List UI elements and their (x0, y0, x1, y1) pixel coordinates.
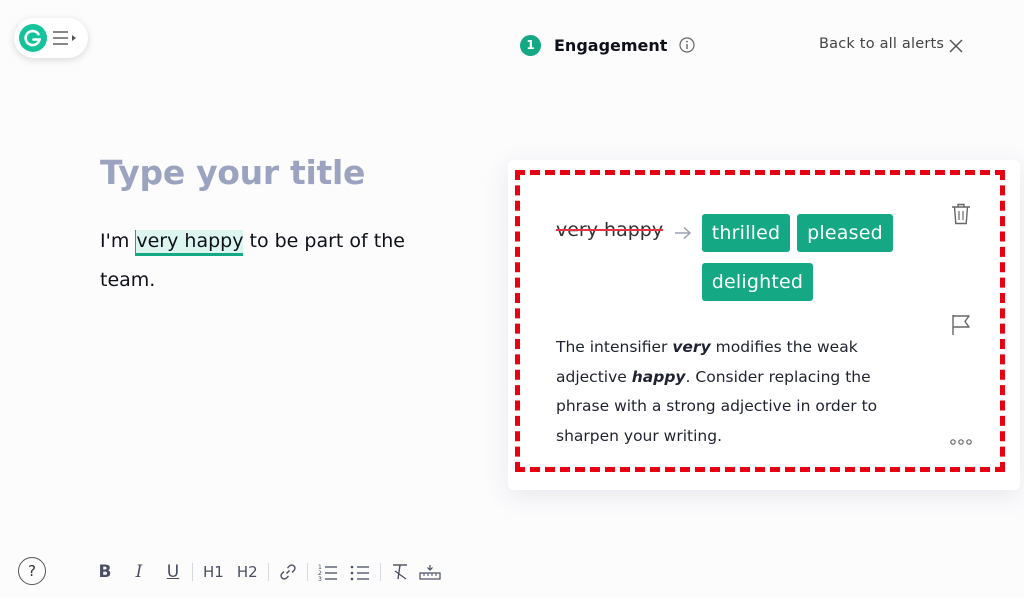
svg-text:3: 3 (318, 576, 322, 581)
help-icon: ? (28, 562, 36, 580)
toolbar-divider (306, 563, 308, 581)
alert-count-badge: 1 (520, 34, 541, 56)
underline-button[interactable]: U (164, 562, 182, 582)
formatting-toolbar: B I U H1 H2 1 2 3 (96, 560, 441, 584)
alert-category-title: Engagement (554, 35, 668, 55)
alert-header: 1 Engagement (520, 34, 696, 56)
bold-button[interactable]: B (96, 562, 114, 582)
explanation-emphasis: very (672, 338, 711, 356)
help-button[interactable]: ? (18, 557, 46, 585)
menu-icon (52, 30, 78, 46)
suggestion-card: very happy thrilled pleased delighted Th… (515, 170, 1005, 472)
toolbar-divider (192, 563, 193, 581)
suggestion-delighted[interactable]: delighted (702, 263, 813, 301)
clear-format-icon[interactable] (391, 563, 409, 581)
explanation-text: The intensifier (556, 338, 673, 356)
italic-button[interactable]: I (130, 562, 148, 582)
toolbar-divider (267, 563, 269, 581)
close-icon[interactable] (949, 38, 963, 57)
highlighted-phrase[interactable]: very happy (135, 230, 244, 256)
suggestion-pleased[interactable]: pleased (797, 214, 893, 252)
more-icon[interactable] (950, 431, 972, 450)
back-to-alerts-link[interactable]: Back to all alerts (819, 36, 944, 52)
app-menu-button[interactable] (14, 18, 88, 58)
document-body[interactable]: I'm very happy to be part of the team. (100, 222, 440, 300)
document-title-placeholder[interactable]: Type your title (100, 153, 365, 192)
toolbar-divider (379, 563, 381, 581)
body-text-before: I'm (100, 230, 136, 252)
ruler-icon[interactable] (419, 563, 441, 581)
ordered-list-icon[interactable]: 1 2 3 (318, 563, 338, 581)
heading1-button[interactable]: H1 (203, 563, 224, 581)
grammarly-logo-icon (19, 24, 47, 52)
bullet-list-icon[interactable] (350, 563, 370, 581)
original-phrase: very happy (556, 219, 664, 241)
link-icon[interactable] (279, 563, 297, 581)
info-icon[interactable] (679, 37, 696, 53)
suggestion-explanation: The intensifier very modifies the weak a… (556, 333, 886, 451)
explanation-emphasis: happy (631, 367, 686, 386)
suggestion-thrilled[interactable]: thrilled (702, 214, 790, 252)
trash-icon[interactable] (951, 203, 971, 229)
flag-icon[interactable] (951, 314, 971, 340)
heading2-button[interactable]: H2 (237, 563, 258, 581)
arrow-right-icon (674, 225, 692, 244)
